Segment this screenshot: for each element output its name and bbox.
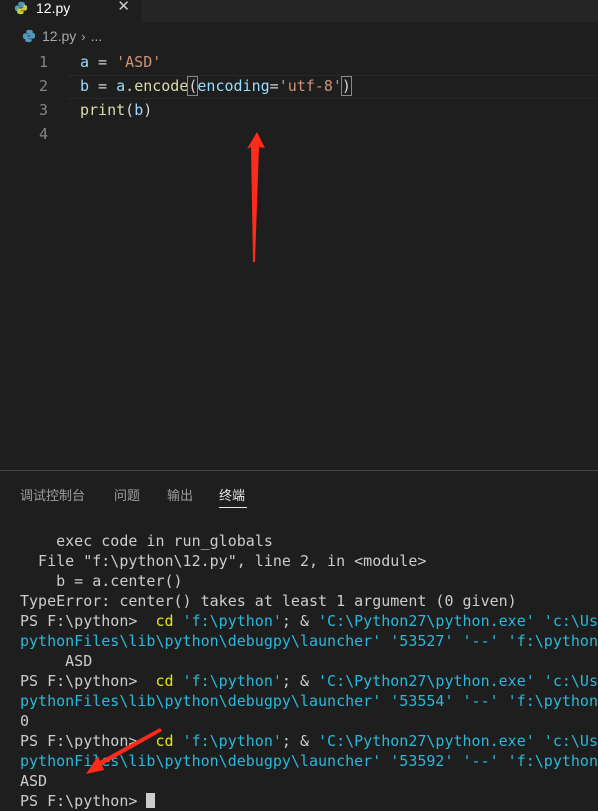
annotation-arrow-up [247,132,265,262]
annotation-arrow-down-left [86,728,162,774]
annotation-arrows [86,132,265,774]
